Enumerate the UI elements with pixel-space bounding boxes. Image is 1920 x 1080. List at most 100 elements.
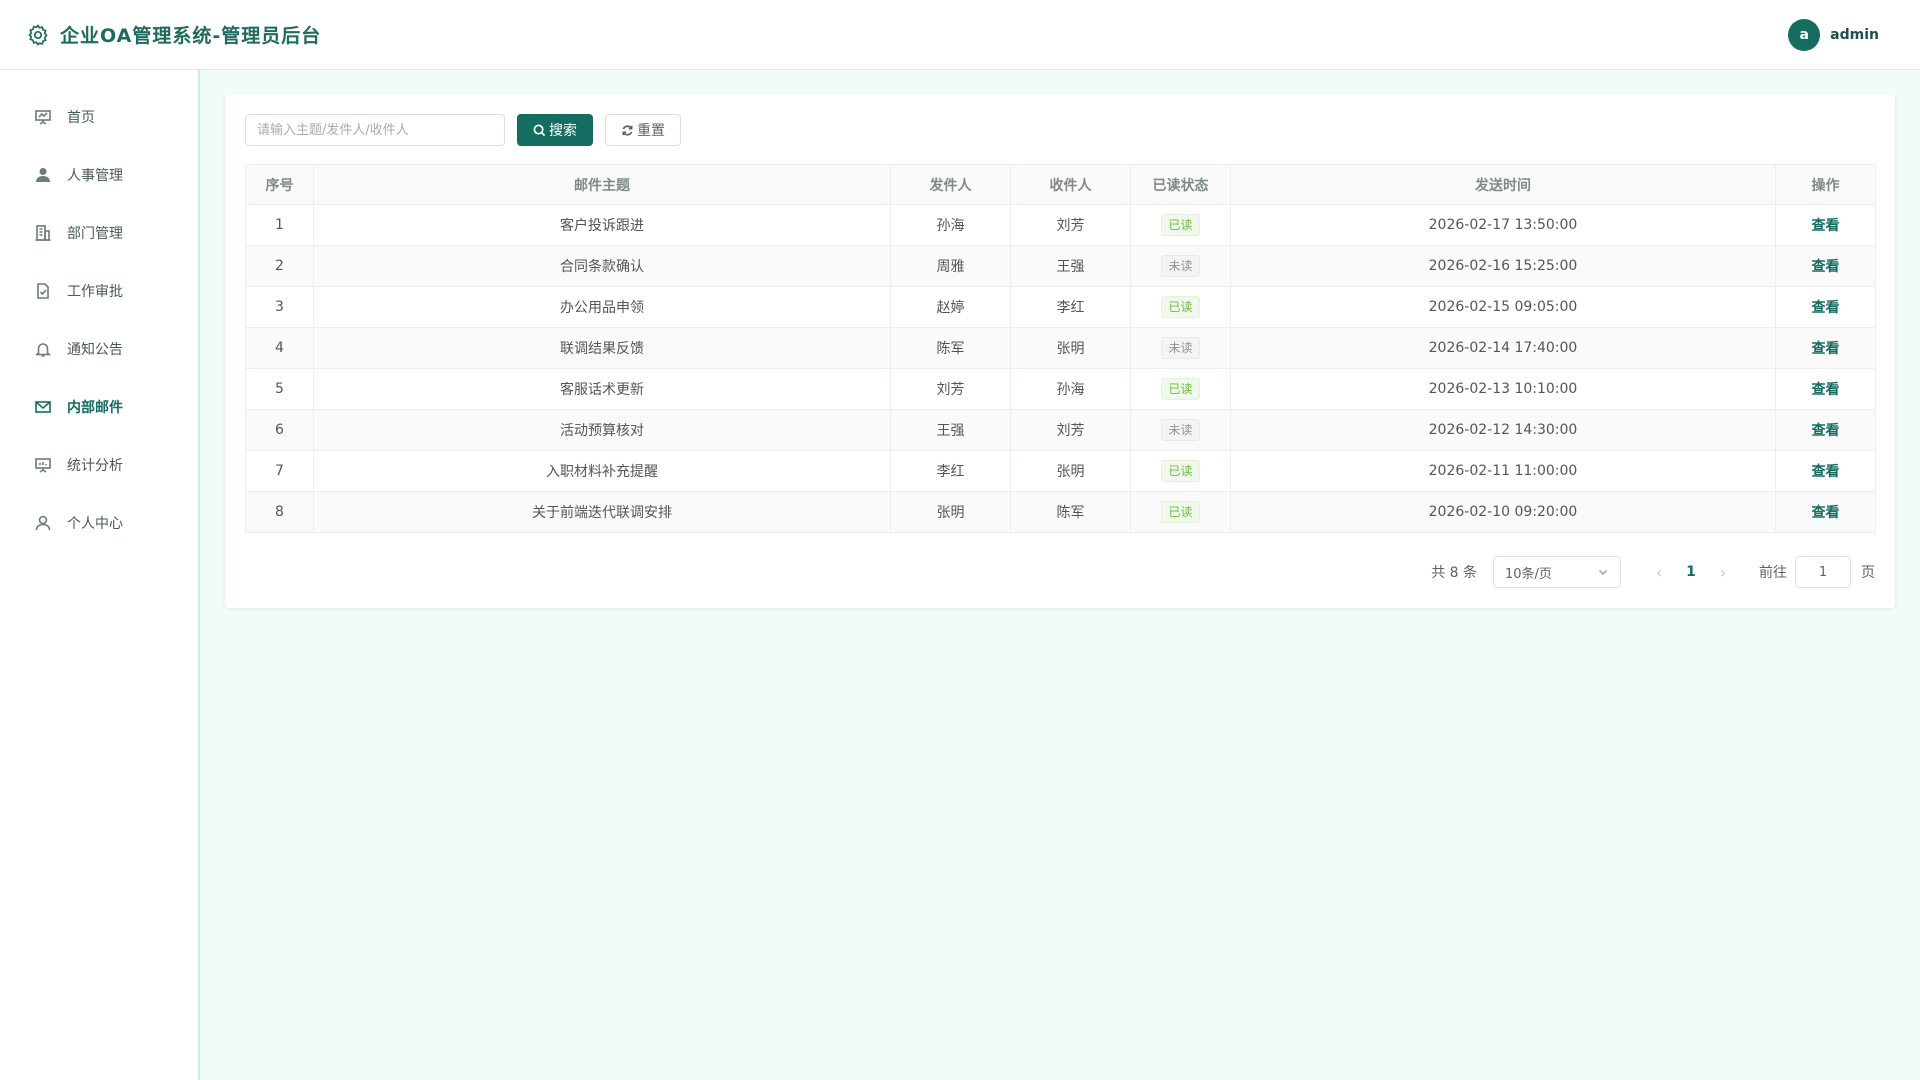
cell-time: 2026-02-14 17:40:00 — [1230, 327, 1776, 369]
goto-label: 前往 — [1759, 565, 1787, 581]
sidebar-item-label: 通知公告 — [67, 342, 123, 358]
bell-icon — [35, 343, 51, 357]
sidebar-item-department[interactable]: 部门管理 — [0, 204, 198, 262]
search-button[interactable]: 搜索 — [517, 114, 593, 146]
username[interactable]: admin — [1830, 27, 1879, 43]
cell-subject: 客服话术更新 — [313, 368, 891, 410]
cell-status: 已读 — [1130, 491, 1231, 533]
cell-status: 已读 — [1130, 204, 1231, 246]
search-button-label: 搜索 — [549, 123, 577, 139]
sidebar-item-profile[interactable]: 个人中心 — [0, 494, 198, 552]
view-link[interactable]: 查看 — [1812, 423, 1840, 439]
table-row: 5 客服话术更新 刘芳 孙海 已读 2026-02-13 10:10:00 查看 — [245, 368, 1876, 410]
reset-button[interactable]: 重置 — [605, 114, 681, 146]
column-header-action: 操作 — [1775, 164, 1876, 205]
pagination-total: 共 8 条 — [1431, 565, 1477, 581]
sidebar-item-mail[interactable]: 内部邮件 — [0, 378, 198, 436]
sidebar-item-label: 首页 — [67, 110, 95, 126]
sidebar-item-approval[interactable]: 工作审批 — [0, 262, 198, 320]
column-header-sender: 发件人 — [890, 164, 1011, 205]
cell-receiver: 刘芳 — [1010, 409, 1131, 451]
cell-sender: 孙海 — [890, 204, 1011, 246]
brand: 企业OA管理系统-管理员后台 — [26, 21, 321, 48]
cell-sender: 李红 — [890, 450, 1011, 492]
cell-status: 已读 — [1130, 450, 1231, 492]
cell-no: 7 — [245, 450, 314, 492]
cell-receiver: 刘芳 — [1010, 204, 1131, 246]
table-row: 8 关于前端迭代联调安排 张明 陈军 已读 2026-02-10 09:20:00 查看 — [245, 491, 1876, 533]
sidebar-item-notice[interactable]: 通知公告 — [0, 320, 198, 378]
prev-page-button[interactable]: ‹ — [1643, 563, 1675, 582]
cell-action: 查看 — [1775, 491, 1876, 533]
mail-table: 序号 邮件主题 发件人 收件人 已读状态 发送时间 操作 1 客户投诉跟进 孙海 刘芳… — [245, 164, 1876, 533]
status-badge: 已读 — [1161, 296, 1200, 318]
column-header-receiver: 收件人 — [1010, 164, 1131, 205]
sidebar-item-label: 个人中心 — [67, 516, 123, 532]
status-badge: 未读 — [1161, 255, 1200, 277]
cell-receiver: 张明 — [1010, 450, 1131, 492]
user-menu[interactable]: a admin — [1788, 18, 1894, 51]
user-filled-icon — [36, 168, 50, 182]
sidebar: 首页 人事管理 部门管理 工作审批 通知公告 内部邮件 统计分析 个人中心 — [0, 70, 200, 1080]
page-size-value: 10条/页 — [1505, 566, 1552, 582]
cell-no: 3 — [245, 286, 314, 328]
cell-time: 2026-02-15 09:05:00 — [1230, 286, 1776, 328]
cell-action: 查看 — [1775, 450, 1876, 492]
view-link[interactable]: 查看 — [1812, 300, 1840, 316]
view-link[interactable]: 查看 — [1812, 382, 1840, 398]
column-header-no: 序号 — [245, 164, 314, 205]
cell-subject: 客户投诉跟进 — [313, 204, 891, 246]
pagination: 共 8 条 10条/页 ‹ 1 › 前往 页 — [1431, 556, 1875, 588]
column-header-status: 已读状态 — [1130, 164, 1231, 205]
cell-action: 查看 — [1775, 409, 1876, 451]
status-badge: 已读 — [1161, 378, 1200, 400]
cell-subject: 关于前端迭代联调安排 — [313, 491, 891, 533]
cell-time: 2026-02-16 15:25:00 — [1230, 245, 1776, 287]
cell-receiver: 王强 — [1010, 245, 1131, 287]
cell-sender: 陈军 — [890, 327, 1011, 369]
cell-sender: 张明 — [890, 491, 1011, 533]
search-input[interactable] — [245, 114, 505, 146]
table-row: 3 办公用品申领 赵婷 李红 已读 2026-02-15 09:05:00 查看 — [245, 286, 1876, 328]
table-header-row: 序号 邮件主题 发件人 收件人 已读状态 发送时间 操作 — [245, 164, 1876, 205]
table-row: 6 活动预算核对 王强 刘芳 未读 2026-02-12 14:30:00 查看 — [245, 409, 1876, 451]
sidebar-item-label: 内部邮件 — [67, 400, 123, 416]
column-header-subject: 邮件主题 — [313, 164, 891, 205]
view-link[interactable]: 查看 — [1812, 259, 1840, 275]
sidebar-item-hr[interactable]: 人事管理 — [0, 146, 198, 204]
cell-status: 已读 — [1130, 368, 1231, 410]
sidebar-item-label: 统计分析 — [67, 458, 123, 474]
presentation-icon — [35, 110, 51, 125]
page-unit-label: 页 — [1861, 565, 1875, 581]
view-link[interactable]: 查看 — [1812, 218, 1840, 234]
mail-list-card: 搜索 重置 序号 邮件主题 发件人 收件人 已读状态 发送时间 操作 — [225, 94, 1895, 608]
view-link[interactable]: 查看 — [1812, 464, 1840, 480]
building-icon — [35, 225, 51, 241]
next-page-button[interactable]: › — [1707, 563, 1739, 582]
chevron-down-icon — [1598, 569, 1608, 576]
view-link[interactable]: 查看 — [1812, 505, 1840, 521]
sidebar-item-statistics[interactable]: 统计分析 — [0, 436, 198, 494]
cell-receiver: 李红 — [1010, 286, 1131, 328]
avatar[interactable]: a — [1788, 18, 1821, 51]
page-size-select[interactable]: 10条/页 — [1493, 556, 1621, 588]
message-icon — [35, 401, 51, 413]
cell-subject: 活动预算核对 — [313, 409, 891, 451]
cell-action: 查看 — [1775, 286, 1876, 328]
cell-time: 2026-02-13 10:10:00 — [1230, 368, 1776, 410]
sidebar-item-home[interactable]: 首页 — [0, 88, 198, 146]
status-badge: 已读 — [1161, 214, 1200, 236]
table-row: 2 合同条款确认 周雅 王强 未读 2026-02-16 15:25:00 查看 — [245, 245, 1876, 287]
table-row: 4 联调结果反馈 陈军 张明 未读 2026-02-14 17:40:00 查看 — [245, 327, 1876, 369]
gear-icon — [26, 23, 50, 47]
cell-status: 未读 — [1130, 409, 1231, 451]
user-icon — [35, 515, 51, 531]
view-link[interactable]: 查看 — [1812, 341, 1840, 357]
page-number-current[interactable]: 1 — [1675, 564, 1707, 580]
reset-button-label: 重置 — [637, 123, 665, 139]
table-row: 1 客户投诉跟进 孙海 刘芳 已读 2026-02-17 13:50:00 查看 — [245, 204, 1876, 246]
cell-status: 未读 — [1130, 245, 1231, 287]
goto-page-input[interactable] — [1795, 556, 1851, 588]
column-header-time: 发送时间 — [1230, 164, 1776, 205]
top-header: 企业OA管理系统-管理员后台 a admin — [0, 0, 1920, 70]
